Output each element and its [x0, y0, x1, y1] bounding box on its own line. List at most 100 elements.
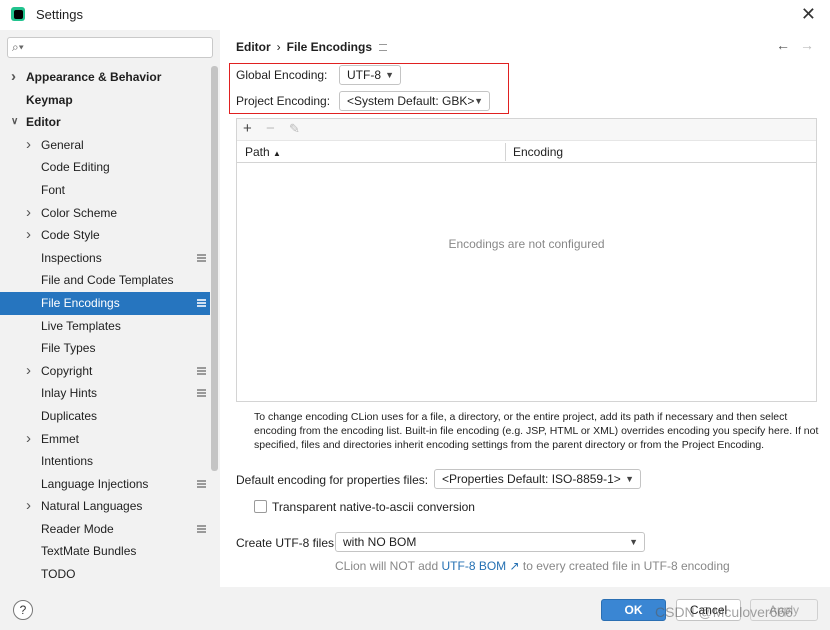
dropdown-arrow-icon: ▼	[474, 96, 483, 106]
sidebar-item-label: General	[41, 137, 84, 152]
sidebar-scrollbar[interactable]	[211, 66, 218, 471]
breadcrumb-current: File Encodings	[286, 40, 373, 54]
sidebar-item-duplicates[interactable]: Duplicates	[0, 405, 210, 428]
dropdown-arrow-icon: ▼	[385, 70, 394, 80]
sidebar-item-label: Keymap	[26, 92, 73, 107]
apply-button[interactable]: Apply	[750, 599, 818, 621]
sidebar-item-textmate-bundles[interactable]: TextMate Bundles	[0, 540, 210, 563]
sidebar-item-file-and-code-templates[interactable]: File and Code Templates	[0, 269, 210, 292]
project-scope-icon	[197, 389, 206, 398]
path-encodings-table: + − ✎ Path ▲ Encoding Encodings are not …	[236, 118, 817, 402]
global-encoding-label: Global Encoding:	[236, 68, 328, 82]
edit-icon[interactable]: ✎	[289, 120, 300, 138]
column-divider[interactable]	[505, 143, 506, 161]
column-header-path[interactable]: Path ▲	[245, 141, 281, 163]
breadcrumb-parent[interactable]: Editor	[236, 40, 271, 54]
sidebar-item-keymap[interactable]: Keymap	[0, 89, 210, 112]
sidebar-item-general[interactable]: › General	[0, 134, 210, 157]
global-encoding-select[interactable]: UTF-8 ▼	[339, 65, 401, 85]
breadcrumb-separator: ›	[276, 40, 281, 54]
navigation-arrows: ← →	[766, 37, 814, 53]
sidebar-item-copyright[interactable]: › Copyright	[0, 360, 210, 383]
sidebar-item-label: TODO	[41, 567, 76, 582]
chevron-right-icon[interactable]: ›	[26, 224, 31, 247]
sort-ascending-icon: ▲	[273, 149, 281, 158]
properties-encoding-value: <Properties Default: ISO-8859-1>	[442, 472, 621, 486]
cancel-button[interactable]: Cancel	[676, 599, 741, 621]
table-empty-text: Encodings are not configured	[448, 237, 605, 251]
create-utf8-label: Create UTF-8 files:	[236, 536, 338, 550]
bom-note-prefix: CLion will NOT add	[335, 559, 439, 573]
sidebar-item-reader-mode[interactable]: Reader Mode	[0, 518, 210, 541]
project-encoding-select[interactable]: <System Default: GBK> ▼	[339, 91, 490, 111]
sidebar-item-label: Appearance & Behavior	[26, 70, 162, 84]
project-encoding-label: Project Encoding:	[236, 94, 331, 108]
chevron-right-icon[interactable]: ›	[11, 66, 16, 89]
sidebar-item-inlay-hints[interactable]: Inlay Hints	[0, 382, 210, 405]
create-utf8-select[interactable]: with NO BOM ▼	[335, 532, 645, 552]
sidebar-item-code-editing[interactable]: Code Editing	[0, 156, 210, 179]
table-toolbar: + − ✎	[237, 119, 816, 141]
chevron-right-icon[interactable]: ›	[26, 428, 31, 451]
transparent-ascii-label[interactable]: Transparent native-to-ascii conversion	[272, 500, 475, 514]
settings-tree: › Appearance & Behavior Keymap ∨ Editor › Gene…	[0, 66, 210, 586]
breadcrumb: Editor › File Encodings	[236, 40, 372, 54]
chevron-down-icon[interactable]: ∨	[11, 111, 18, 134]
create-utf8-value: with NO BOM	[343, 535, 417, 549]
settings-sidebar: ⌕▾ › Appearance & Behavior Keymap ∨ Editor › G…	[0, 30, 220, 587]
sidebar-item-label: Reader Mode	[41, 521, 114, 536]
table-header: Path ▲ Encoding	[237, 141, 816, 163]
chevron-right-icon[interactable]: ›	[26, 202, 31, 225]
dropdown-arrow-icon: ▼	[625, 474, 634, 484]
bom-note-suffix: to every created file in UTF-8 encoding	[522, 559, 730, 573]
sidebar-item-label: Emmet	[41, 431, 80, 446]
sidebar-item-editor[interactable]: ∨ Editor	[0, 111, 210, 134]
sidebar-item-emmet[interactable]: › Emmet	[0, 428, 210, 451]
sidebar-item-label: Intentions	[41, 454, 94, 469]
bom-note: CLion will NOT add UTF-8 BOM ↗ to every …	[335, 559, 730, 573]
global-encoding-value: UTF-8	[347, 68, 381, 82]
help-button[interactable]: ?	[13, 600, 33, 620]
encoding-help-text: To change encoding CLion uses for a file…	[254, 411, 819, 451]
forward-arrow-icon[interactable]: →	[800, 37, 814, 53]
sidebar-item-language-injections[interactable]: Language Injections	[0, 473, 210, 496]
sidebar-item-natural-languages[interactable]: › Natural Languages	[0, 495, 210, 518]
search-icon: ⌕▾	[12, 40, 24, 54]
sidebar-item-label: Editor	[26, 115, 61, 130]
sidebar-item-file-encodings[interactable]: File Encodings	[0, 291, 210, 315]
sidebar-item-label: Font	[41, 182, 66, 197]
project-scope-icon	[197, 298, 206, 307]
sidebar-item-label: File Types	[41, 341, 96, 356]
sidebar-item-appearance-behavior[interactable]: › Appearance & Behavior	[0, 66, 210, 89]
sidebar-item-color-scheme[interactable]: › Color Scheme	[0, 202, 210, 225]
project-scope-icon	[379, 44, 387, 51]
project-scope-icon	[197, 253, 206, 262]
sidebar-item-file-types[interactable]: File Types	[0, 337, 210, 360]
sidebar-item-intentions[interactable]: Intentions	[0, 450, 210, 473]
sidebar-item-label: TextMate Bundles	[41, 544, 137, 559]
sidebar-item-live-templates[interactable]: Live Templates	[0, 315, 210, 338]
clion-app-icon	[11, 7, 25, 21]
sidebar-item-font[interactable]: Font	[0, 179, 210, 202]
close-icon[interactable]: ✕	[801, 5, 816, 23]
transparent-ascii-checkbox[interactable]	[254, 500, 267, 513]
sidebar-item-label: Natural Languages	[41, 499, 143, 514]
chevron-right-icon[interactable]: ›	[26, 134, 31, 157]
chevron-right-icon[interactable]: ›	[26, 360, 31, 383]
project-scope-icon	[197, 524, 206, 533]
sidebar-item-code-style[interactable]: › Code Style	[0, 224, 210, 247]
search-input[interactable]: ⌕▾	[7, 37, 213, 58]
sidebar-item-inspections[interactable]: Inspections	[0, 247, 210, 270]
utf8-bom-link[interactable]: UTF-8 BOM ↗	[442, 559, 520, 573]
properties-encoding-select[interactable]: <Properties Default: ISO-8859-1> ▼	[434, 469, 641, 489]
back-arrow-icon[interactable]: ←	[776, 37, 790, 53]
sidebar-item-label: Code Editing	[41, 160, 110, 175]
dialog-footer: ? OK Cancel Apply CSDN @Mculover666	[0, 587, 830, 630]
remove-icon[interactable]: −	[266, 120, 275, 138]
chevron-right-icon[interactable]: ›	[26, 495, 31, 518]
add-icon[interactable]: +	[243, 120, 252, 138]
ok-button[interactable]: OK	[601, 599, 666, 621]
dropdown-arrow-icon: ▼	[629, 537, 638, 547]
column-header-encoding[interactable]: Encoding	[513, 141, 563, 163]
sidebar-item-todo[interactable]: TODO	[0, 563, 210, 586]
